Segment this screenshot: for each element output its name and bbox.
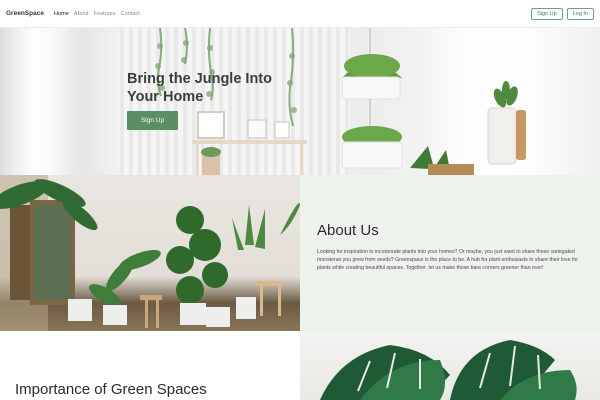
navbar: GreenSpace Home About Features Contact S… [0, 0, 600, 28]
about-text: Looking for inspiration to incorporate p… [317, 249, 578, 271]
hero-title: Bring the Jungle Into Your Home [127, 71, 272, 105]
importance-title: Importance of Green Spaces [15, 381, 207, 398]
brand-logo[interactable]: GreenSpace [6, 10, 44, 17]
monstera-leaves-image [300, 331, 600, 400]
hero-signup-button[interactable]: Sign Up [127, 111, 178, 130]
nav-link-contact[interactable]: Contact [121, 11, 140, 17]
about-title: About Us [317, 222, 379, 239]
nav-buttons: Sign Up Log In [531, 7, 594, 20]
nav-login-button[interactable]: Log In [566, 7, 594, 20]
nav-links: Home About Features Contact [54, 11, 140, 17]
importance-section: Importance of Green Spaces [0, 331, 300, 400]
monstera-illustration [320, 340, 577, 400]
plants-room-illustration [0, 175, 300, 331]
nav-link-about[interactable]: About [74, 11, 89, 17]
nav-link-features[interactable]: Features [93, 11, 115, 17]
nav-link-home[interactable]: Home [54, 11, 69, 17]
nav-signup-button[interactable]: Sign Up [531, 7, 563, 20]
hero-section: Bring the Jungle Into Your Home Sign Up [0, 28, 600, 175]
plants-room-image [0, 175, 300, 331]
about-section: About Us Looking for inspiration to inco… [300, 175, 600, 331]
hero-plants-illustration [155, 28, 526, 175]
